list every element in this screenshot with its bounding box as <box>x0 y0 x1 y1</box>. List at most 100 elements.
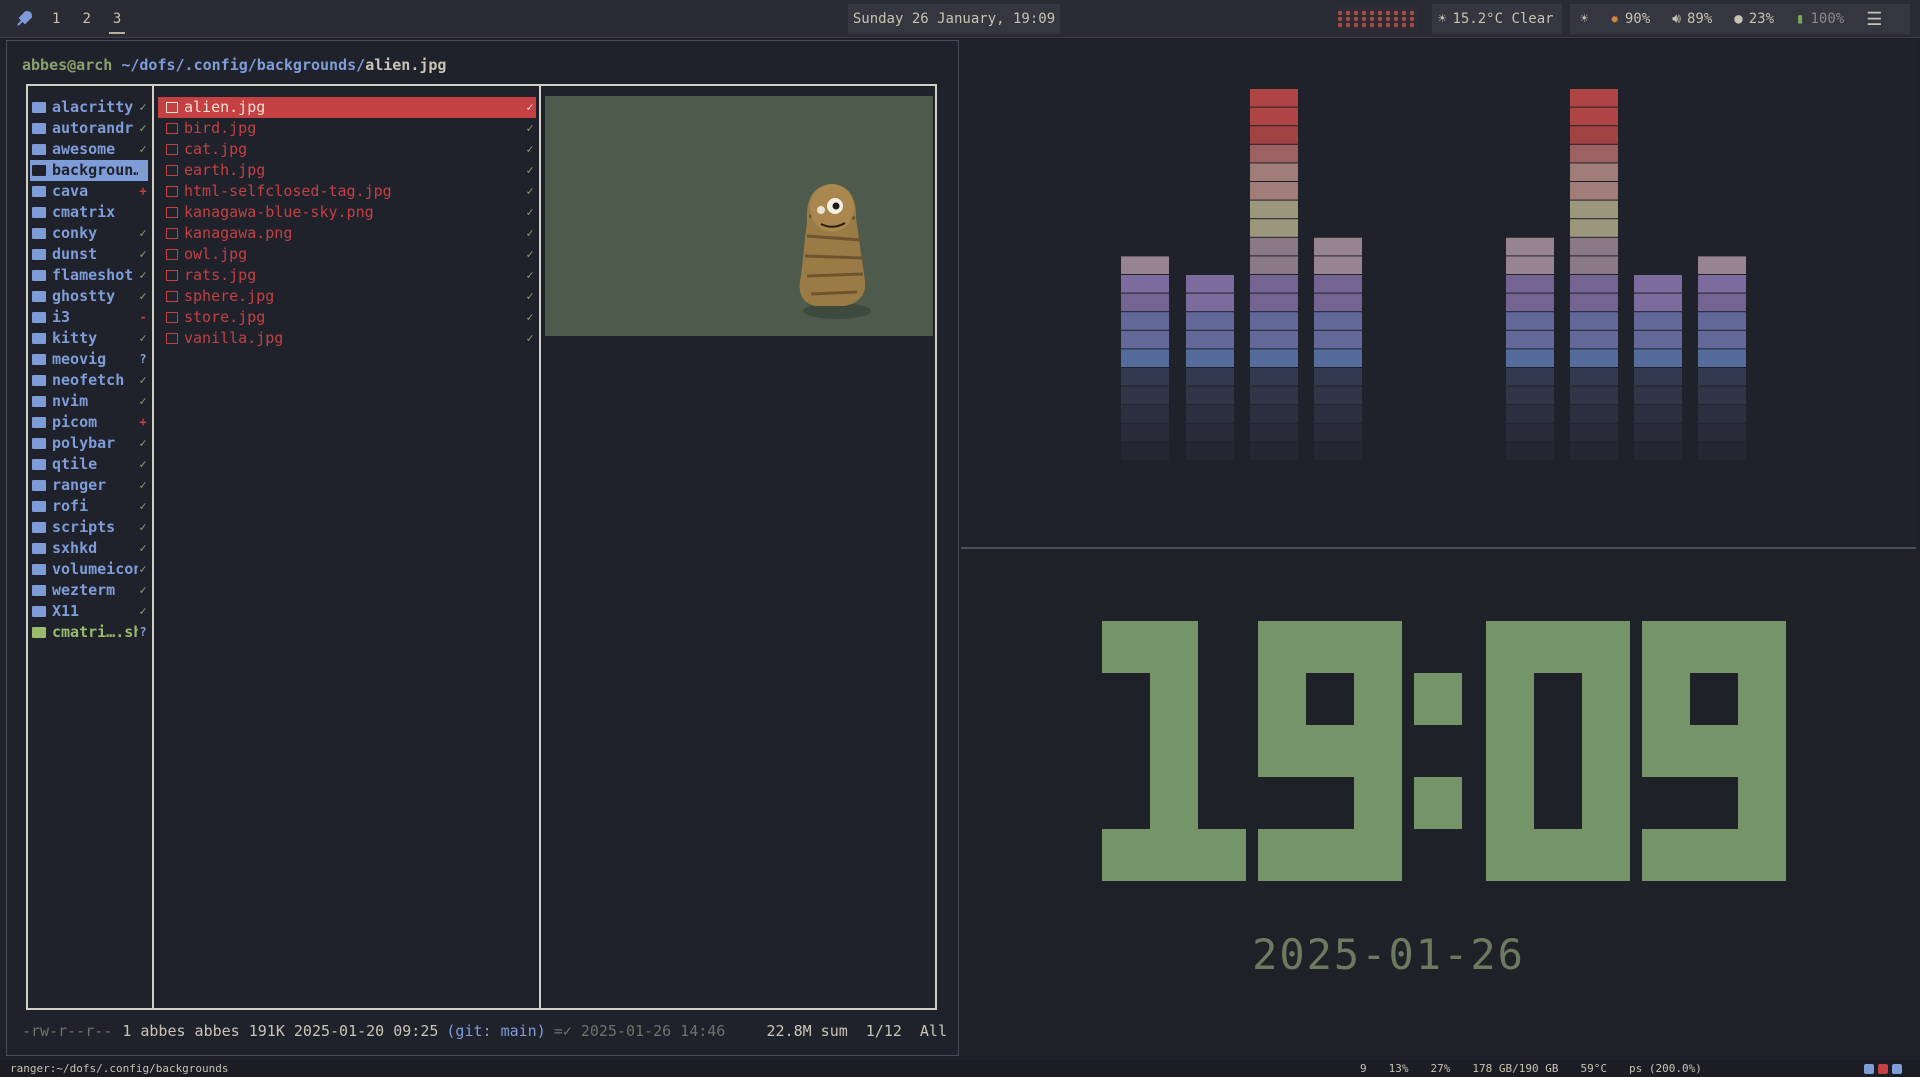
dir-name: i3 <box>52 308 71 326</box>
visualizer-reflection <box>1570 442 1618 460</box>
git-status-icon: - <box>139 310 147 324</box>
visualizer-segment <box>1121 256 1169 274</box>
activity-dot <box>1346 11 1350 15</box>
menu-icon[interactable]: ☰ <box>1866 9 1882 30</box>
clock-hour-tens <box>1102 621 1246 881</box>
bluetooth-icon[interactable] <box>1892 1063 1902 1074</box>
dir-item[interactable]: nvim ✓ <box>30 391 148 412</box>
visualizer-segment <box>1570 163 1618 181</box>
dir-item[interactable]: cmatri….sh? <box>30 622 148 643</box>
dir-item[interactable]: qtile ✓ <box>30 454 148 475</box>
clock-pixel <box>1414 673 1462 725</box>
dir-item[interactable]: polybar ✓ <box>30 433 148 454</box>
file-name: sphere.jpg <box>184 287 275 305</box>
dir-item[interactable]: picom + <box>30 412 148 433</box>
weather-widget[interactable]: ☀ 15.2°C Clear <box>1432 4 1562 34</box>
file-item[interactable]: cat.jpg ✓ <box>158 139 536 160</box>
dir-item[interactable]: X11 ✓ <box>30 601 148 622</box>
visualizer-segment <box>1121 275 1169 293</box>
visualizer-segment <box>1186 275 1234 293</box>
cpu-widget[interactable]: ✹ 90% <box>1610 11 1650 27</box>
dir-item[interactable]: volumeicon ✓ <box>30 559 148 580</box>
file-item[interactable]: kanagawa-blue-sky.png ✓ <box>158 202 536 223</box>
clock-minute-ones <box>1642 621 1786 881</box>
file-item[interactable]: earth.jpg ✓ <box>158 160 536 181</box>
file-item[interactable]: bird.jpg ✓ <box>158 118 536 139</box>
rocket-icon[interactable] <box>14 0 40 38</box>
dir-item[interactable]: wezterm ✓ <box>30 580 148 601</box>
folder-icon <box>32 207 46 218</box>
system-stats: 9 13% 27% 178 GB/190 GB 59°C ps (200.0%) <box>1360 1062 1702 1075</box>
visualizer-segment <box>1250 126 1298 144</box>
dir-item[interactable]: ghostty ✓ <box>30 286 148 307</box>
dir-item[interactable]: conky ✓ <box>30 223 148 244</box>
dir-item[interactable]: i3 - <box>30 307 148 328</box>
activity-dot <box>1378 11 1382 15</box>
visualizer-reflection <box>1250 405 1298 423</box>
file-item[interactable]: kanagawa.png ✓ <box>158 223 536 244</box>
clock-digits <box>1102 621 1786 881</box>
visualizer-segment <box>1250 237 1298 256</box>
dir-item[interactable]: cmatrix <box>30 202 148 223</box>
dir-item[interactable]: cava + <box>30 181 148 202</box>
file-name: earth.jpg <box>184 161 266 179</box>
activity-dot <box>1362 11 1366 15</box>
visualizer-bars <box>1121 89 1746 460</box>
dir-name: polybar <box>52 434 116 452</box>
file-item[interactable]: rats.jpg ✓ <box>158 265 536 286</box>
visualizer-reflection <box>1314 405 1362 423</box>
dir-item[interactable]: rofi ✓ <box>30 496 148 517</box>
dir-item[interactable]: flameshot ✓ <box>30 265 148 286</box>
file-name: html-selfclosed-tag.jpg <box>184 182 392 200</box>
dir-item[interactable]: neofetch ✓ <box>30 370 148 391</box>
sun-icon[interactable]: ☀ <box>1580 11 1588 27</box>
visualizer-segment <box>1698 256 1746 274</box>
visualizer-segment <box>1314 330 1362 349</box>
dir-name: volumeicon <box>52 560 138 578</box>
dir-item[interactable]: awesome ✓ <box>30 139 148 160</box>
visualizer-segment <box>1250 256 1298 274</box>
dir-item[interactable]: kitty ✓ <box>30 328 148 349</box>
file-item[interactable]: html-selfclosed-tag.jpg ✓ <box>158 181 536 202</box>
audio-visualizer <box>961 40 1916 547</box>
file-item[interactable]: vanilla.jpg ✓ <box>158 328 536 349</box>
visualizer-segment <box>1506 312 1554 330</box>
dir-item[interactable]: autorandr ✓ <box>30 118 148 139</box>
workspace-2[interactable]: 2 <box>76 0 96 38</box>
weather-text: 15.2°C Clear <box>1452 11 1554 27</box>
file-item[interactable]: store.jpg ✓ <box>158 307 536 328</box>
visualizer-reflection <box>1570 405 1618 423</box>
clock-pixel <box>1306 621 1354 673</box>
file-item[interactable]: alien.jpg ✓ <box>158 97 536 118</box>
visualizer-segment <box>1314 256 1362 274</box>
app-icon[interactable] <box>1878 1063 1888 1074</box>
dir-item[interactable]: backgroun… ✓ <box>30 160 148 181</box>
file-name: bird.jpg <box>184 119 257 137</box>
file-item[interactable]: sphere.jpg ✓ <box>158 286 536 307</box>
folder-icon <box>32 165 46 176</box>
battery-widget[interactable]: ▮ 100% <box>1796 11 1844 27</box>
current-path: ~/dofs/.config/backgrounds/ <box>121 56 366 74</box>
visualizer-reflection <box>1506 405 1554 423</box>
dir-item[interactable]: meovig? <box>30 349 148 370</box>
file-item[interactable]: owl.jpg ✓ <box>158 244 536 265</box>
dir-item[interactable]: ranger ✓ <box>30 475 148 496</box>
volume-widget[interactable]: 🔊︎ 89% <box>1672 11 1712 27</box>
directory-list: alacritty ✓ autorandr ✓ awesome ✓ backgroun… ✓ c… <box>30 97 148 643</box>
alien-figure-image <box>799 184 871 319</box>
mic-widget[interactable]: ● 23% <box>1734 11 1774 27</box>
dir-item[interactable]: scripts ✓ <box>30 517 148 538</box>
image-file-icon <box>166 270 178 281</box>
dir-item[interactable]: sxhkd ✓ <box>30 538 148 559</box>
image-file-icon <box>166 312 178 323</box>
activity-dot <box>1402 11 1406 15</box>
visualizer-reflection <box>1634 386 1682 405</box>
workspace-1[interactable]: 1 <box>46 0 66 38</box>
dir-item[interactable]: alacritty ✓ <box>30 97 148 118</box>
dir-item[interactable]: dunst ✓ <box>30 244 148 265</box>
datetime-display[interactable]: Sunday 26 January, 19:09 <box>848 4 1060 34</box>
network-icon[interactable] <box>1864 1063 1874 1074</box>
check-icon: ✓ <box>526 163 534 177</box>
clock-pixel <box>1258 673 1306 725</box>
workspace-3[interactable]: 3 <box>107 0 127 38</box>
